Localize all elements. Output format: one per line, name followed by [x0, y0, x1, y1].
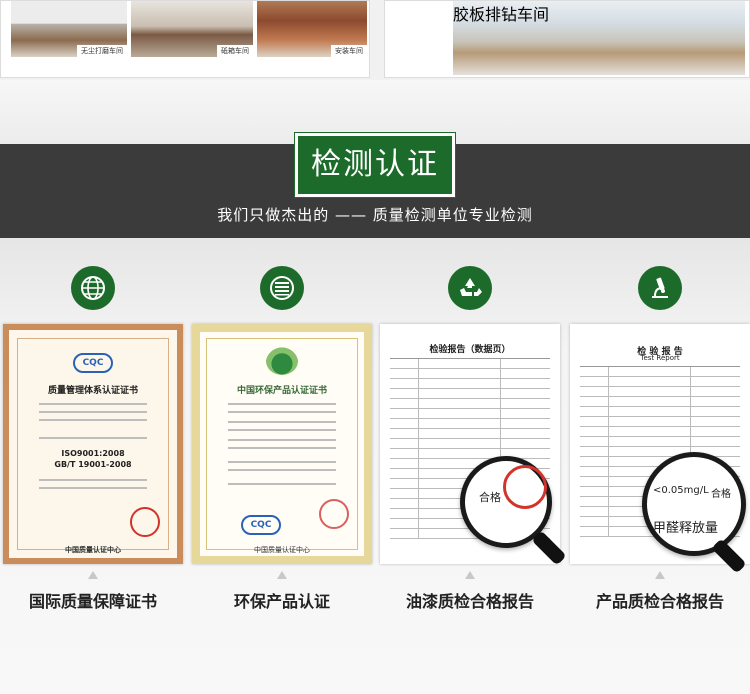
flag-icon: [260, 266, 304, 310]
recycle-icon: [448, 266, 492, 310]
section-title: 检测认证: [294, 132, 456, 198]
red-seal: [503, 465, 547, 509]
globe-icon: [71, 266, 115, 310]
magnifier: <0.05mg/L 合格 甲醛释放量: [642, 452, 746, 556]
certificate-caption: 国际质量保障证书: [28, 592, 157, 611]
certificate-image: 检 验 报 告 Test Report <0.05mg/L 合格 甲醛释放量: [570, 324, 750, 574]
red-seal: [319, 499, 349, 529]
env-logo: [266, 347, 298, 375]
certificate-card: 中国环保产品认证证书 CQC 中国质量认证中心 环保产品认证: [192, 266, 372, 626]
red-seal: [130, 507, 160, 537]
photo-caption: 胶板排钻车间: [453, 5, 550, 24]
workshop-photos-left: 无尘打磨车间 砥箱车间 安装车间: [0, 0, 370, 78]
certificate-standard: GB/T 19001-2008: [54, 460, 132, 469]
certificate-card: 检 验 报 告 Test Report <0.05mg/L 合格 甲醛释放量 产…: [570, 266, 750, 626]
certificate-title: 中国环保产品认证证书: [236, 386, 327, 396]
factory-photo-strip: 无尘打磨车间 砥箱车间 安装车间 胶板排钻车间: [0, 0, 750, 80]
workshop-photo: 安装车间: [257, 1, 367, 57]
caret-up-icon: [88, 571, 98, 579]
certificate-footer: 中国质量认证中心: [254, 546, 310, 554]
workshop-photos-right: 胶板排钻车间: [384, 0, 750, 78]
magnified-result: 合格: [479, 491, 501, 504]
certificate-standard: ISO9001:2008: [61, 449, 125, 458]
workshop-photo: 砥箱车间: [131, 1, 253, 57]
cqc-logo: CQC: [241, 515, 281, 535]
workshop-photo: 无尘打磨车间: [11, 1, 127, 57]
certificate-image: 检验报告（数据页） 合格: [380, 324, 567, 566]
photo-caption: 砥箱车间: [217, 45, 253, 57]
certificate-caption: 产品质检合格报告: [595, 592, 724, 611]
certificate-image: 中国环保产品认证证书 CQC 中国质量认证中心: [192, 324, 372, 564]
magnified-label: 甲醛释放量: [653, 521, 719, 536]
magnified-result: 合格: [711, 489, 731, 500]
caret-up-icon: [465, 571, 475, 579]
certificate-card: 检验报告（数据页） 合格 油漆质检合格报告: [380, 266, 567, 626]
caret-up-icon: [277, 571, 287, 579]
certificate-title: 检验报告（数据页）: [429, 345, 511, 355]
photo-caption: 安装车间: [331, 45, 367, 57]
certificate-subtitle: Test Report: [640, 354, 680, 362]
microscope-icon: [638, 266, 682, 310]
section-subtitle: 我们只做杰出的 —— 质量检测单位专业检测: [217, 206, 533, 224]
magnified-value: <0.05mg/L: [653, 485, 709, 496]
magnifier-handle: [711, 538, 747, 574]
certificate-title: 质量管理体系认证证书: [47, 386, 138, 396]
certificate-image: CQC 质量管理体系认证证书 ISO9001:2008 GB/T 19001-2…: [3, 324, 183, 564]
certificate-footer: 中国质量认证中心: [65, 546, 121, 554]
photo-caption: 无尘打磨车间: [77, 45, 127, 57]
certificate-card: CQC 质量管理体系认证证书 ISO9001:2008 GB/T 19001-2…: [3, 266, 183, 626]
workshop-photo: 胶板排钻车间: [453, 1, 745, 75]
certificate-caption: 油漆质检合格报告: [405, 592, 534, 611]
caret-up-icon: [655, 571, 665, 579]
cqc-logo: CQC: [73, 353, 113, 373]
certificate-caption: 环保产品认证: [233, 592, 330, 611]
